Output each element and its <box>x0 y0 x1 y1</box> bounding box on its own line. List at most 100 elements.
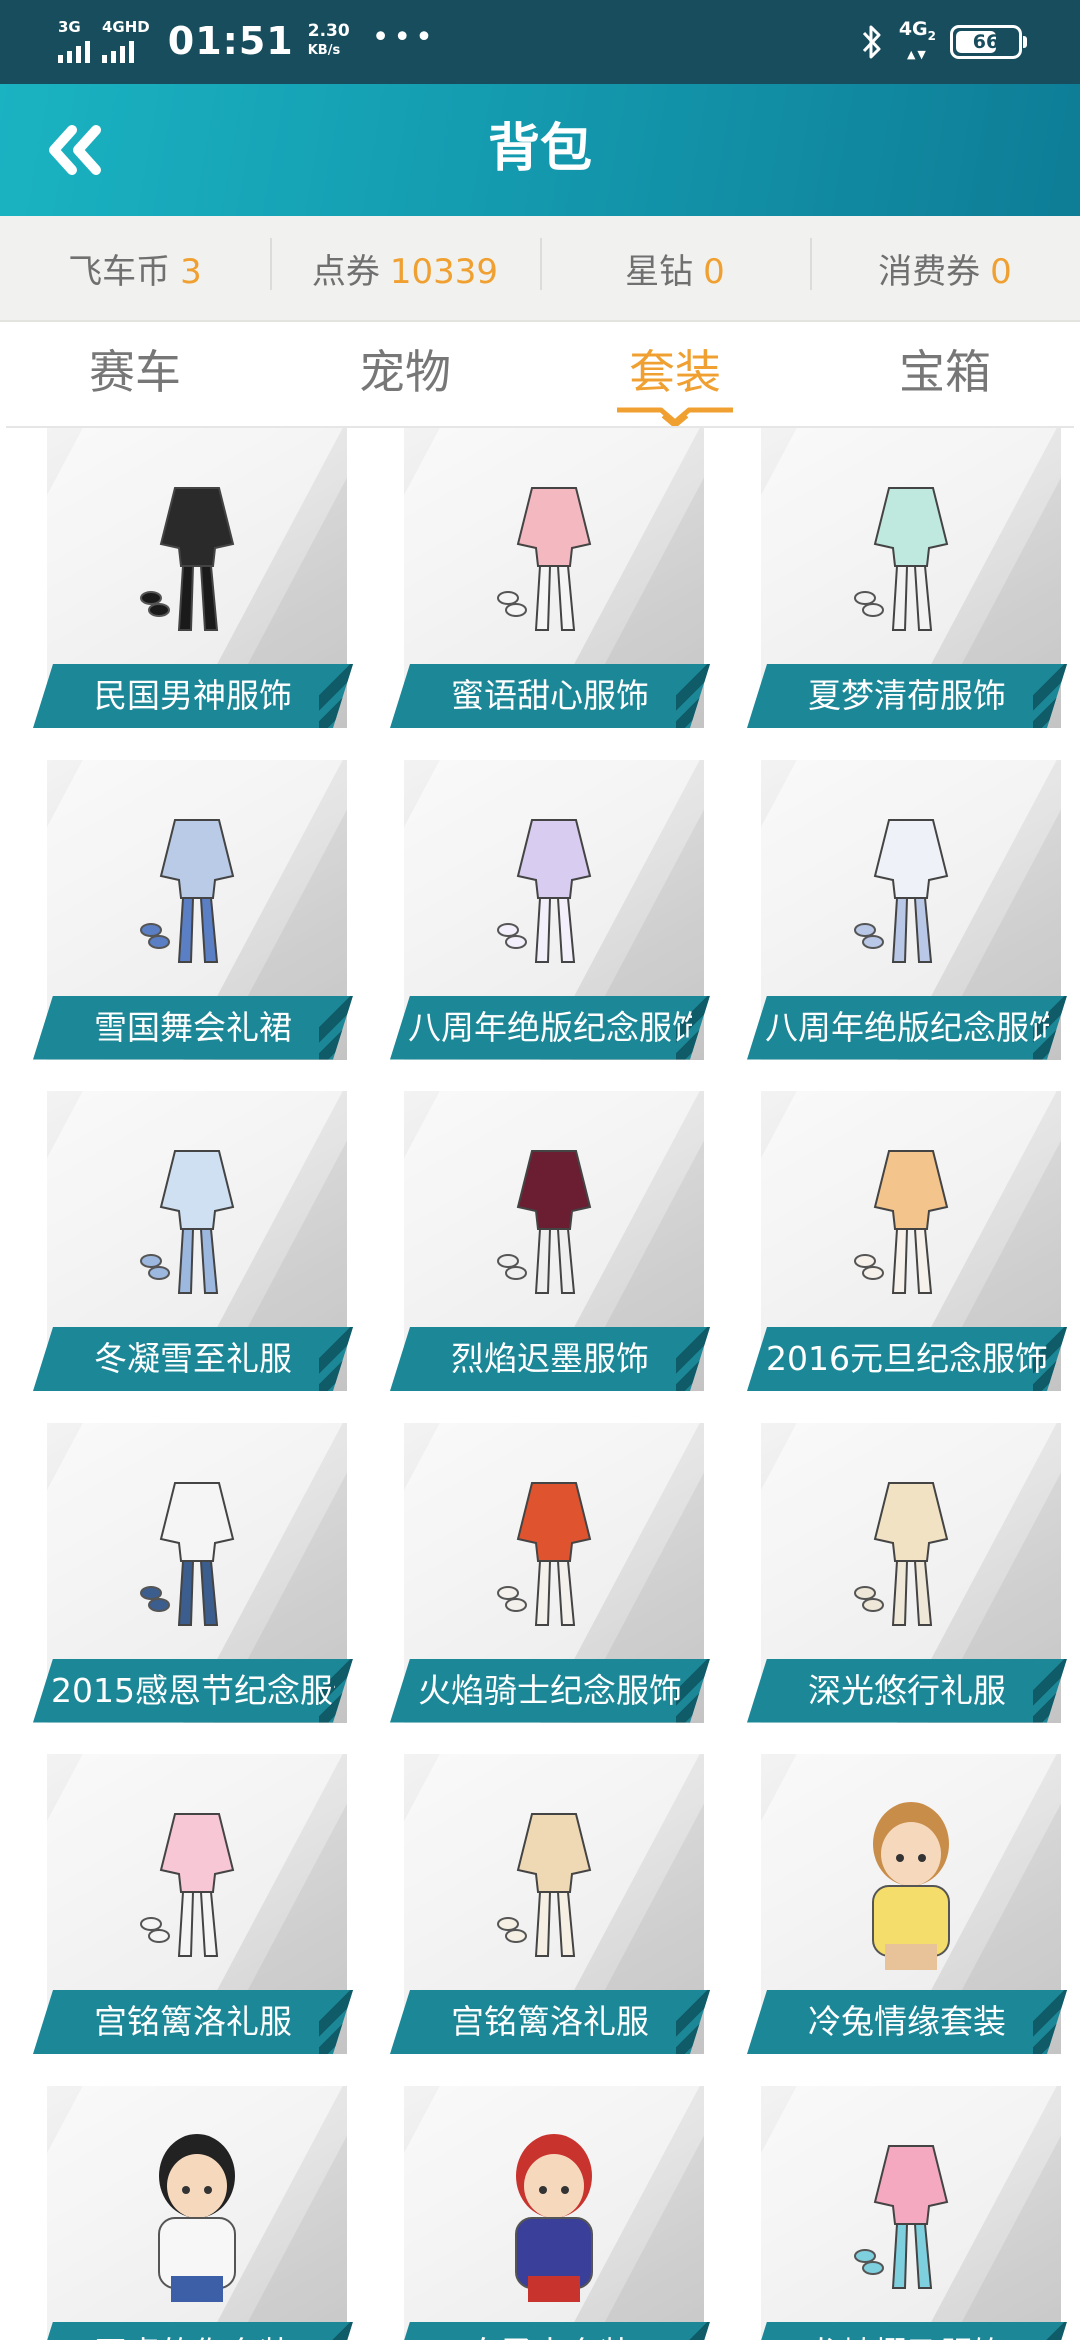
outfit-name-band: 八周年绝版纪念服饰 <box>747 995 1067 1060</box>
outfit-name-band: 龙崎樱乃服饰 <box>747 2321 1067 2340</box>
outfit-name: 同桌的你套装 <box>51 2322 335 2340</box>
sim1-label: 3G <box>58 18 81 36</box>
currency-label: 点券 <box>311 251 380 292</box>
outfit-name: 宫铭篱洛礼服 <box>94 2002 292 2041</box>
mint-outfit-icon <box>854 487 949 631</box>
header: 背包 <box>0 84 1080 216</box>
outfit-card <box>47 2085 347 2340</box>
currency-value: 0 <box>703 251 725 292</box>
tab-2[interactable]: 套装 <box>540 322 810 428</box>
currency-1: 点券 10339 <box>270 237 540 293</box>
tab-0[interactable]: 赛车 <box>0 322 270 426</box>
outfit-name-band: 雪国舞会礼裙 <box>33 995 353 1060</box>
outfit-name-band: 夏梦清荷服饰 <box>747 664 1067 728</box>
icy-outfit-icon <box>140 1150 235 1294</box>
outfit-name: 2016元旦纪念服饰 <box>766 1339 1048 1378</box>
outfit-grid: 民国男神服饰 蜜语甜心服饰 夏梦清荷服饰雪国舞会礼裙 八周年绝版纪念服饰 八周年绝版纪念… <box>0 428 1080 2340</box>
outfit-item[interactable]: 冬凝雪至礼服 <box>33 1091 355 1391</box>
outfit-item[interactable]: 烈焰迟墨服饰 <box>390 1091 712 1391</box>
sim1-signal: 3G <box>58 19 90 63</box>
outfit-name-band: 2015感恩节纪念服饰 <box>33 1658 353 1723</box>
outfit-name-band: 冬凝雪至礼服 <box>33 1327 353 1391</box>
outfit-item[interactable]: 同桌的你套装 <box>33 2085 355 2340</box>
outfit-item[interactable]: 八周年绝版纪念服饰 <box>390 759 712 1060</box>
outfit-item[interactable]: 民国男神服饰 <box>33 428 355 728</box>
clock: 01:51 <box>167 19 294 63</box>
black-suit-outfit-icon <box>140 487 235 631</box>
outfit-item[interactable]: 火焰骑士纪念服饰 <box>390 1422 712 1723</box>
outfit-item[interactable]: 雪国舞会礼裙 <box>33 759 355 1060</box>
page-title: 背包 <box>487 119 592 179</box>
wine-coat-outfit-icon <box>497 1150 592 1294</box>
outfit-item[interactable]: 2016元旦纪念服饰 <box>747 1091 1069 1391</box>
outfit-item[interactable]: 八周年绝版纪念服饰 <box>747 759 1069 1060</box>
gold-suit-outfit-icon <box>497 1813 592 1957</box>
currency-0: 飞车币 3 <box>0 244 270 293</box>
outfit-name: 雪国舞会礼裙 <box>94 1007 292 1047</box>
outfit-name: 民国男神服饰 <box>94 676 292 715</box>
outfit-item[interactable]: 龙崎樱乃服饰 <box>747 2085 1069 2340</box>
tab-1[interactable]: 宠物 <box>270 322 540 426</box>
outfit-name-band: 冷兔情缘套装 <box>747 1990 1067 2054</box>
outfit-name: 白勇士套装 <box>408 2322 692 2340</box>
outfit-item[interactable]: 冷兔情缘套装 <box>747 1754 1069 2054</box>
pink-school-outfit-icon <box>854 2144 949 2289</box>
lavender-dress-outfit-icon <box>497 818 592 963</box>
red-hair-racer-icon <box>515 2133 593 2302</box>
outfit-item[interactable]: 宫铭篱洛礼服 <box>33 1754 355 2054</box>
status-bar: 3G 4GHD 01:51 2.30 KB/s ••• 4G2 ▲▼ 66 <box>0 0 1080 84</box>
currency-value: 10339 <box>389 251 499 292</box>
outfit-name: 烈焰迟墨服饰 <box>451 1339 649 1378</box>
boy-yellow-jacket-icon <box>872 1802 950 1970</box>
beige-suit-outfit-icon <box>854 1481 949 1626</box>
outfit-item[interactable]: 夏梦清荷服饰 <box>747 428 1069 728</box>
currency-value: 3 <box>180 251 202 292</box>
outfit-name-band: 民国男神服饰 <box>33 664 353 728</box>
outfit-item[interactable]: 深光悠行礼服 <box>747 1422 1069 1723</box>
outfit-name: 火焰骑士纪念服饰 <box>418 1670 682 1710</box>
outfit-name: 夏梦清荷服饰 <box>808 676 1006 715</box>
orange-outfit-icon <box>854 1150 949 1294</box>
tab-3[interactable]: 宝箱 <box>810 322 1080 426</box>
signal-bars-icon <box>102 37 134 63</box>
currency-3: 消费券 0 <box>810 237 1080 293</box>
currency-label: 星钻 <box>625 251 694 292</box>
battery-icon: 66 <box>950 25 1027 59</box>
tab-label: 宝箱 <box>899 345 991 399</box>
white-suit-outfit-icon <box>854 818 949 963</box>
sim2-signal: 4GHD <box>102 19 150 63</box>
battery-percent: 66 <box>972 31 1000 53</box>
speed-value: 2.30 <box>307 21 350 41</box>
more-notifications-icon: ••• <box>371 19 437 55</box>
network-type: 4G <box>898 17 928 40</box>
outfit-name: 冷兔情缘套装 <box>808 2002 1006 2041</box>
signal-bars-icon <box>58 37 90 63</box>
outfit-name: 宫铭篱洛礼服 <box>451 2002 649 2041</box>
pink-gown-outfit-icon <box>140 1813 235 1957</box>
outfit-name-band: 宫铭篱洛礼服 <box>390 1990 710 2054</box>
tab-label: 套装 <box>629 345 721 399</box>
active-tab-indicator-icon <box>617 407 733 428</box>
ball-gown-outfit-icon <box>140 818 235 963</box>
network-sub: 2 <box>927 28 936 43</box>
outfit-item[interactable]: 白勇士套装 <box>390 2085 712 2340</box>
outfit-name-band: 同桌的你套装 <box>33 2321 353 2340</box>
outfit-item[interactable]: 宫铭篱洛礼服 <box>390 1754 712 2054</box>
outfit-card <box>404 2085 704 2340</box>
boy-white-shirt-icon <box>158 2133 236 2302</box>
outfit-name: 龙崎樱乃服饰 <box>765 2322 1049 2340</box>
outfit-name: 冬凝雪至礼服 <box>94 1339 292 1378</box>
mobile-data-icon: 4G2 ▲▼ <box>898 17 936 62</box>
tshirt-jeans-outfit-icon <box>140 1481 235 1626</box>
speed-unit: KB/s <box>307 43 341 58</box>
outfit-item[interactable]: 蜜语甜心服饰 <box>390 428 712 728</box>
outfit-name-band: 烈焰迟墨服饰 <box>390 1327 710 1391</box>
outfit-item[interactable]: 2015感恩节纪念服饰 <box>33 1422 355 1723</box>
bluetooth-icon <box>862 25 881 59</box>
currency-2: 星钻 0 <box>540 237 810 293</box>
outfit-name: 2015感恩节纪念服饰 <box>51 1670 335 1710</box>
currency-label: 消费券 <box>878 251 981 292</box>
tab-label: 宠物 <box>359 345 451 399</box>
outfit-name-band: 深光悠行礼服 <box>747 1658 1067 1723</box>
sim2-label: 4GHD <box>102 18 150 36</box>
